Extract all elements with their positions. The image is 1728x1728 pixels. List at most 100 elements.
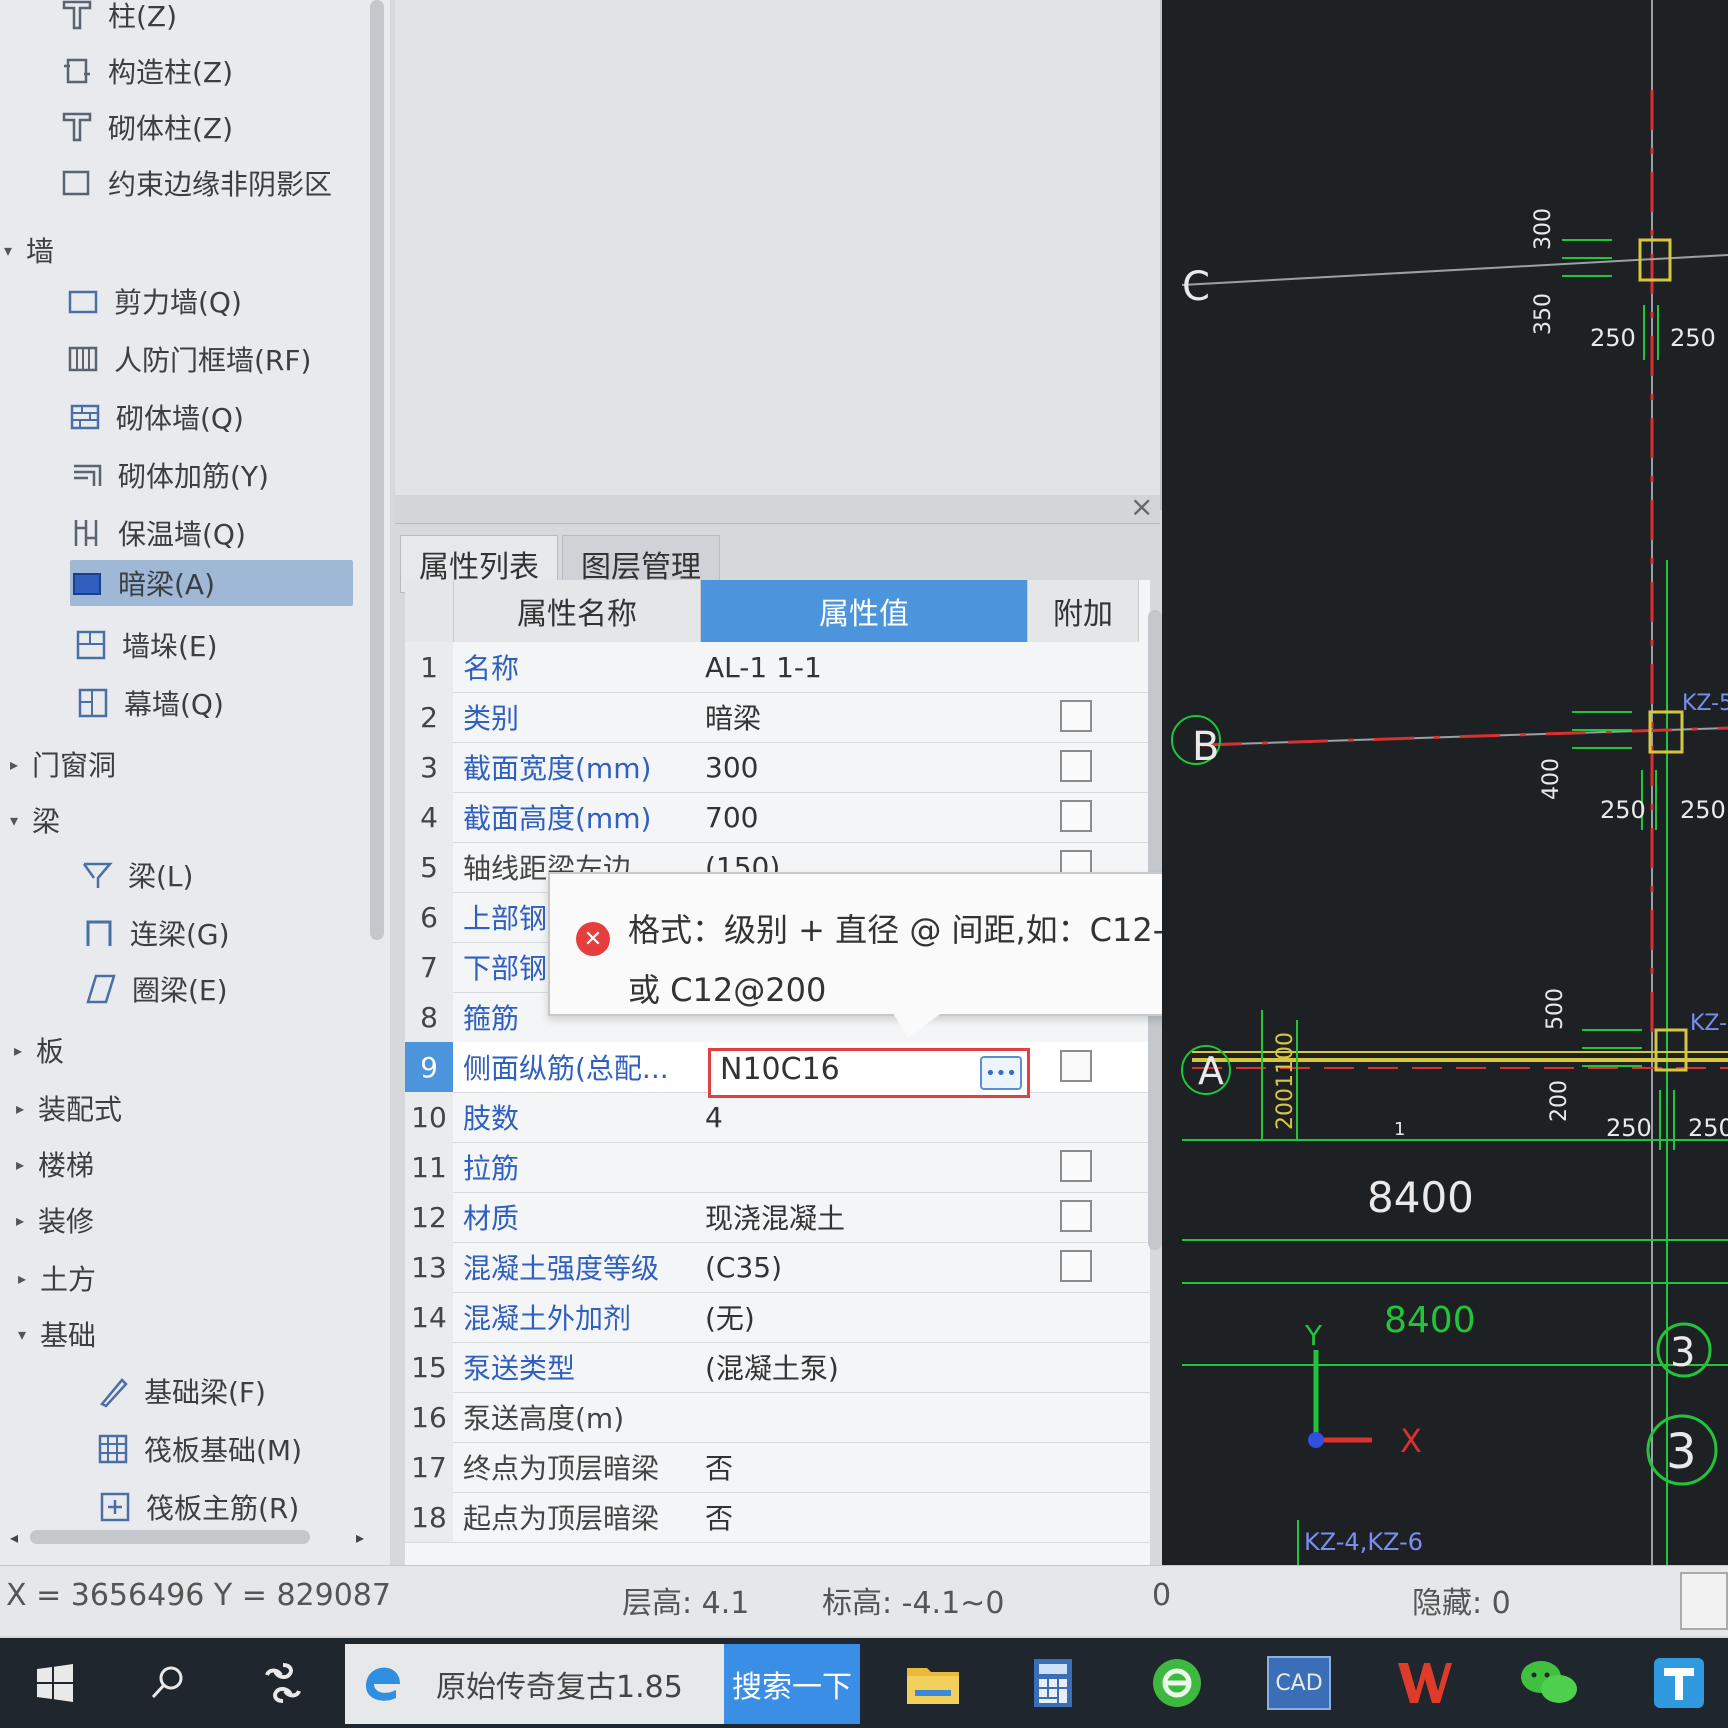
panel-divider-bar[interactable] [395, 495, 1160, 524]
close-icon[interactable]: × [1130, 490, 1153, 523]
tree-item-hidden-beam[interactable]: 暗梁(A) [70, 560, 353, 606]
tree-group-wall[interactable]: ▾ 墙 [4, 228, 54, 272]
expand-arrow-icon[interactable]: ▸ [10, 755, 32, 774]
tree-group-earthwork[interactable]: ▸ 土方 [18, 1256, 96, 1300]
tree-item-coupling-beam[interactable]: 连梁(G) [82, 910, 230, 956]
dim-250: 250 [1688, 1114, 1728, 1142]
expand-arrow-icon[interactable]: ▸ [16, 1099, 38, 1118]
table-row[interactable]: 17 终点为顶层暗梁 否 [405, 1442, 1150, 1493]
tree-group-slab[interactable]: ▸ 板 [14, 1028, 64, 1072]
dim-label: 1 [1394, 1119, 1405, 1140]
tree-item-column[interactable]: 柱(Z) [60, 0, 177, 38]
insulation-wall-icon [70, 516, 104, 550]
tree-item-civil-defense-wall[interactable]: 人防门框墙(RF) [66, 336, 311, 382]
expand-arrow-icon[interactable]: ▸ [16, 1211, 38, 1230]
dim-250: 250 [1606, 1114, 1652, 1142]
raft-rebar-icon [98, 1490, 132, 1524]
taskbar-search-text: 原始传奇复古1.85 [436, 1670, 683, 1705]
table-row[interactable]: 1 名称 AL-1 1-1 [405, 642, 1150, 693]
tree-item-boundary-zone[interactable]: 约束边缘非阴影区 [60, 160, 332, 206]
tree-item-curtain-wall[interactable]: 幕墙(Q) [76, 680, 224, 726]
table-row[interactable]: 15 泵送类型 (混凝土泵) [405, 1342, 1150, 1393]
table-row[interactable]: 14 混凝土外加剂 (无) [405, 1292, 1150, 1343]
tree-item-constructional-column[interactable]: 构造柱(Z) [60, 48, 233, 94]
tree-item-raft-rebar[interactable]: 筏板主筋(R) [98, 1484, 299, 1530]
tree-item-foundation-beam[interactable]: 基础梁(F) [96, 1368, 266, 1414]
tree-item-ring-beam[interactable]: 圈梁(E) [84, 966, 228, 1012]
browser-360-icon[interactable] [1144, 1650, 1210, 1716]
extra-checkbox[interactable] [1060, 750, 1092, 782]
dim-250: 250 [1680, 796, 1726, 824]
extra-checkbox[interactable] [1060, 1250, 1092, 1282]
calculator-icon[interactable] [1020, 1650, 1086, 1716]
tree-item-masonry-rebar[interactable]: 砌体加筋(Y) [70, 452, 269, 498]
column-a [1654, 1028, 1688, 1072]
wechat-icon[interactable] [1516, 1650, 1582, 1716]
tree-horizontal-scrollbar[interactable] [30, 1530, 310, 1544]
tree-item-shear-wall[interactable]: 剪力墙(Q) [66, 278, 242, 324]
row-number-header [405, 580, 454, 642]
extra-checkbox[interactable] [1060, 800, 1092, 832]
extra-checkbox[interactable] [1060, 1050, 1092, 1082]
table-row[interactable]: 11 拉筋 [405, 1142, 1150, 1193]
collapse-arrow-icon[interactable]: ▾ [18, 1325, 40, 1344]
cad-app-icon[interactable]: CAD [1266, 1650, 1332, 1716]
constructional-column-icon [60, 54, 94, 88]
cad-drawing-canvas[interactable]: C B A 3 3 8400 8400 250 250 250 250 250 … [1162, 0, 1728, 1565]
axis-label-3b: 3 [1666, 1424, 1697, 1480]
search-icon[interactable] [134, 1650, 200, 1716]
cursor-coordinates: X = 3656496 Y = 829087 [6, 1578, 391, 1613]
corner-toggle-button[interactable] [1680, 1572, 1728, 1630]
tree-group-opening[interactable]: ▸ 门窗洞 [10, 742, 116, 786]
tree-item-beam[interactable]: 梁(L) [80, 852, 193, 898]
hidden-beam-icon [70, 566, 104, 600]
masonry-column-icon [60, 110, 94, 144]
table-row[interactable]: 10 肢数 4 [405, 1092, 1150, 1143]
expand-arrow-icon[interactable]: ▸ [14, 1041, 36, 1060]
table-row[interactable]: 18 起点为顶层暗梁 否 [405, 1492, 1150, 1543]
tree-item-insulation-wall[interactable]: 保温墙(Q) [70, 510, 246, 556]
scroll-right-arrow-icon[interactable]: ▸ [356, 1528, 364, 1547]
tree-vertical-scrollbar[interactable] [370, 0, 384, 940]
file-explorer-icon[interactable] [900, 1650, 966, 1716]
tree-group-foundation[interactable]: ▾ 基础 [18, 1312, 96, 1356]
wps-office-icon[interactable] [1392, 1650, 1458, 1716]
tree-group-stairs[interactable]: ▸ 楼梯 [16, 1142, 94, 1186]
error-icon: ✕ [576, 922, 610, 956]
extra-checkbox[interactable] [1060, 700, 1092, 732]
collapse-arrow-icon[interactable]: ▾ [10, 811, 32, 830]
extra-checkbox[interactable] [1060, 1150, 1092, 1182]
tree-item-wall-pier[interactable]: 墙垛(E) [74, 622, 218, 668]
table-row[interactable]: 4 截面高度(mm) 700 [405, 792, 1150, 843]
table-row[interactable]: 12 材质 现浇混凝土 [405, 1192, 1150, 1243]
tree-group-prefab[interactable]: ▸ 装配式 [16, 1086, 122, 1130]
dim-250: 250 [1670, 324, 1716, 352]
extra-checkbox[interactable] [1060, 1200, 1092, 1232]
table-row[interactable]: 3 截面宽度(mm) 300 [405, 742, 1150, 793]
tree-item-raft-foundation[interactable]: 筏板基础(M) [96, 1426, 302, 1472]
tree-group-beam[interactable]: ▾ 梁 [10, 798, 60, 842]
collapse-arrow-icon[interactable]: ▾ [4, 241, 26, 260]
expand-arrow-icon[interactable]: ▸ [18, 1269, 40, 1288]
ucs-origin [1308, 1432, 1324, 1448]
tree-group-decoration[interactable]: ▸ 装修 [16, 1198, 94, 1242]
text-app-icon[interactable] [1646, 1650, 1712, 1716]
table-row[interactable]: 16 泵送高度(m) [405, 1392, 1150, 1443]
windows-start-icon[interactable] [22, 1650, 88, 1716]
task-view-icon[interactable] [250, 1650, 316, 1716]
tree-item-masonry-wall[interactable]: 砌体墙(Q) [68, 394, 244, 440]
scroll-left-arrow-icon[interactable]: ◂ [10, 1528, 18, 1547]
side-rebar-value: N10C16 [720, 1052, 840, 1087]
hidden-count: 隐藏: 0 [1412, 1586, 1511, 1621]
ellipsis-button[interactable]: ••• [980, 1056, 1022, 1090]
table-row[interactable]: 2 类别 暗梁 [405, 692, 1150, 743]
taskbar-search-button[interactable]: 搜索一下 [724, 1644, 860, 1724]
raft-foundation-icon [96, 1432, 130, 1466]
expand-arrow-icon[interactable]: ▸ [16, 1155, 38, 1174]
curtain-wall-icon [76, 686, 110, 720]
dim-250: 250 [1590, 324, 1636, 352]
table-row[interactable]: 13 混凝土强度等级 (C35) [405, 1242, 1150, 1293]
tree-item-masonry-column[interactable]: 砌体柱(Z) [60, 104, 233, 150]
dim-250: 250 [1600, 796, 1646, 824]
edge-browser-icon [350, 1650, 416, 1716]
